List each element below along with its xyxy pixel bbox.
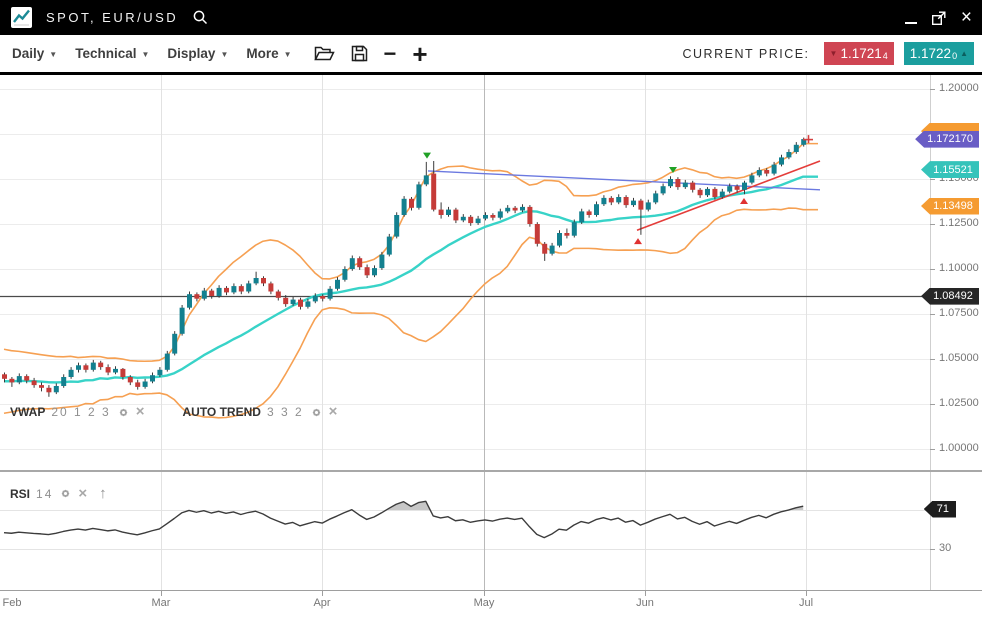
time-axis-label: Jul xyxy=(799,597,813,609)
chevron-down-icon: ▼ xyxy=(284,48,292,59)
rsi-move-up-icon[interactable]: ↑ xyxy=(99,485,107,502)
menu-more[interactable]: More ▼ xyxy=(246,46,291,61)
time-axis-label: Mar xyxy=(152,597,171,609)
price-axis-label: 1.07500 xyxy=(939,307,979,319)
arrow-up-icon: ▲ xyxy=(960,49,968,58)
zoom-out-icon[interactable]: − xyxy=(384,44,397,64)
rsi-remove-icon[interactable]: × xyxy=(78,488,87,500)
auto-trend-label: AUTO TREND xyxy=(182,405,260,419)
chevron-down-icon: ▼ xyxy=(220,48,228,59)
menu-daily[interactable]: Daily ▼ xyxy=(12,46,57,61)
trading-app-window: SPOT, EUR/USD × Daily ▼ Technical ▼ xyxy=(0,0,982,617)
time-axis-label: Feb xyxy=(3,597,22,609)
close-button[interactable]: × xyxy=(961,10,972,26)
price-chart-canvas[interactable] xyxy=(0,0,982,617)
window-controls: × xyxy=(905,10,972,26)
menu-technical[interactable]: Technical ▼ xyxy=(75,46,149,61)
rsi-indicator-labels: RSI 14 × ↑ xyxy=(10,485,107,502)
window-title: SPOT, EUR/USD xyxy=(46,10,178,25)
price-axis-label: 1.12500 xyxy=(939,217,979,229)
vwap-label: VWAP xyxy=(10,405,45,419)
vwap-settings-gear-icon[interactable] xyxy=(117,406,130,419)
price-badge-lower-band: 1.13498 xyxy=(921,198,979,215)
arrow-down-icon: ▼ xyxy=(830,49,838,58)
save-icon[interactable] xyxy=(351,45,368,62)
vwap-remove-icon[interactable]: × xyxy=(136,406,145,418)
price-axis-label: 1.05000 xyxy=(939,352,979,364)
price-axis-label: 1.10000 xyxy=(939,262,979,274)
time-axis-label: May xyxy=(474,597,495,609)
chart-toolbar: Daily ▼ Technical ▼ Display ▼ More ▼ xyxy=(0,35,982,75)
menu-display[interactable]: Display ▼ xyxy=(167,46,228,61)
rsi-axis-tick: 30 xyxy=(939,542,951,554)
open-file-icon[interactable] xyxy=(314,45,335,62)
price-axis-label: 1.20000 xyxy=(939,82,979,94)
app-logo-icon xyxy=(10,6,33,29)
ask-price-badge: 1.1722 0 ▲ xyxy=(904,42,974,65)
chevron-down-icon: ▼ xyxy=(141,48,149,59)
auto-trend-settings-gear-icon[interactable] xyxy=(310,406,323,419)
chevron-down-icon: ▼ xyxy=(49,48,57,59)
price-axis-label: 1.00000 xyxy=(939,442,979,454)
auto-trend-remove-icon[interactable]: × xyxy=(329,406,338,418)
price-badge-current-price: 1.172170 xyxy=(915,131,979,148)
minimize-button[interactable] xyxy=(905,12,917,24)
main-indicator-labels: VWAP 20 1 2 3 × AUTO TREND 3 3 2 × xyxy=(10,405,337,419)
price-axis-label: 1.02500 xyxy=(939,397,979,409)
title-bar: SPOT, EUR/USD × xyxy=(0,0,982,35)
price-badge-support-level: 1.08492 xyxy=(921,288,979,305)
current-price-label: CURRENT PRICE: xyxy=(683,47,810,61)
popout-button[interactable] xyxy=(931,10,947,26)
rsi-settings-gear-icon[interactable] xyxy=(59,487,72,500)
rsi-label: RSI xyxy=(10,487,30,501)
bid-price-badge: ▼ 1.1721 4 xyxy=(824,42,894,65)
current-price-group: CURRENT PRICE: ▼ 1.1721 4 1.1722 0 ▲ xyxy=(683,42,975,65)
time-axis-label: Apr xyxy=(313,597,330,609)
search-icon[interactable] xyxy=(192,9,209,26)
zoom-in-icon[interactable]: + xyxy=(412,44,427,64)
time-axis-label: Jun xyxy=(636,597,654,609)
price-badge-vwap: 1.15521 xyxy=(921,161,979,178)
toolbar-icons: − + xyxy=(314,44,428,64)
